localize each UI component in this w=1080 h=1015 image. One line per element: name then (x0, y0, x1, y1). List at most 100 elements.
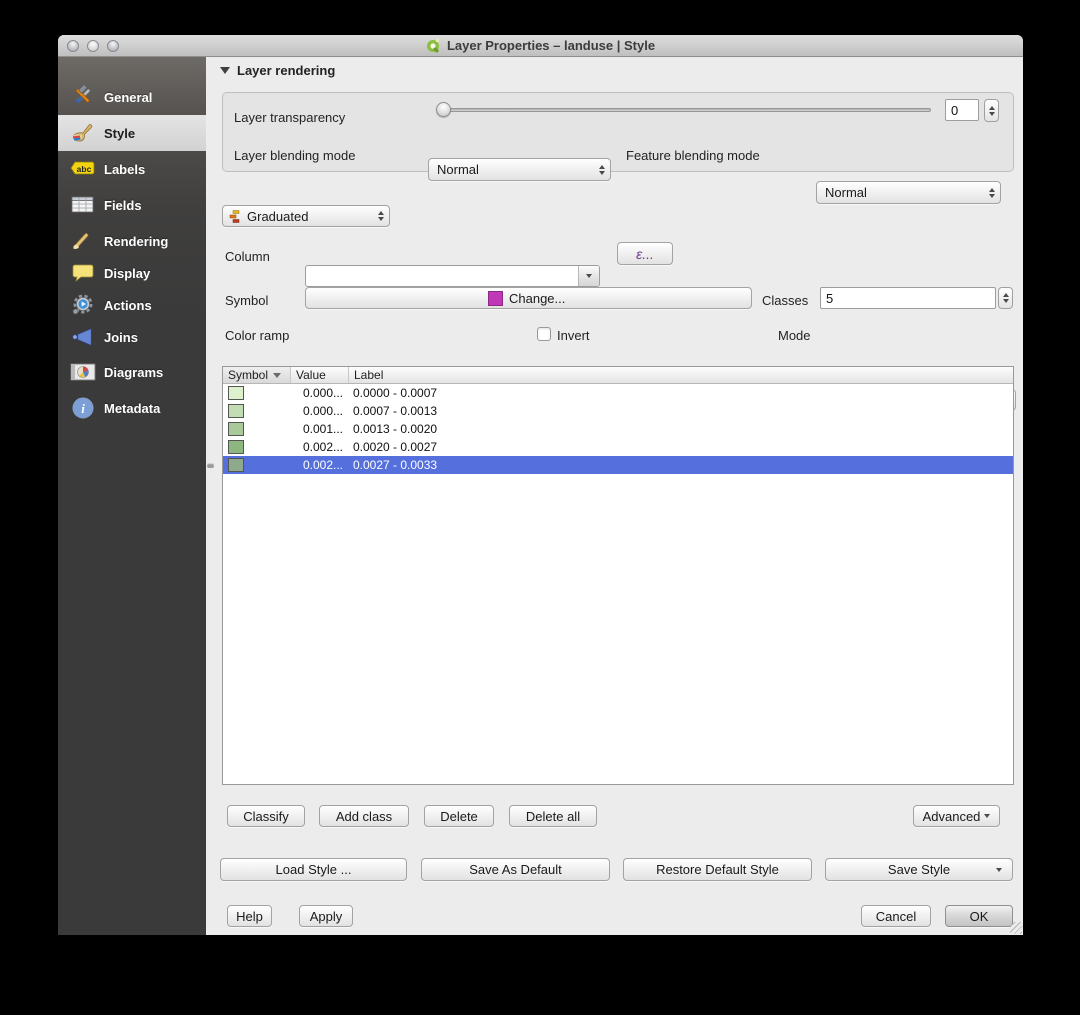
sidebar-item-style[interactable]: Style (58, 115, 206, 151)
combo-dropdown-button[interactable] (578, 266, 599, 286)
classify-button[interactable]: Classify (227, 805, 305, 827)
invert-label: Invert (557, 328, 590, 343)
sidebar-item-metadata[interactable]: i Metadata (58, 390, 206, 426)
stepper-down-icon (988, 111, 995, 116)
class-label: 0.0020 - 0.0027 (353, 440, 438, 454)
graduated-icon (228, 209, 242, 223)
splitter-handle[interactable] (207, 463, 214, 468)
feature-blend-dropdown[interactable]: Normal (816, 181, 1001, 204)
symbol-change-button[interactable]: Change... (305, 287, 752, 309)
apply-button[interactable]: Apply (299, 905, 353, 927)
sidebar-item-general[interactable]: General (58, 79, 206, 115)
sidebar-item-label: Joins (104, 329, 138, 345)
sidebar-item-label: Rendering (104, 233, 169, 249)
layer-rendering-header[interactable]: Layer rendering (220, 63, 335, 78)
layer-blend-label: Layer blending mode (234, 148, 356, 163)
sidebar-item-labels[interactable]: abc Labels (58, 151, 206, 187)
add-class-button[interactable]: Add class (319, 805, 409, 827)
stepper-down-icon (1002, 299, 1009, 303)
column-header-symbol[interactable]: Symbol (223, 367, 291, 383)
class-value: 0.002... (302, 458, 343, 472)
column-header-label[interactable]: Label (349, 367, 1013, 383)
speech-bubble-icon (70, 260, 96, 286)
sidebar-item-fields[interactable]: Fields (58, 187, 206, 223)
sidebar-item-rendering[interactable]: Rendering (58, 223, 206, 259)
slider-track[interactable] (438, 108, 931, 112)
close-window-button[interactable] (67, 40, 79, 52)
classes-value: 5 (826, 290, 834, 306)
transparency-slider[interactable] (436, 102, 931, 117)
cancel-button[interactable]: Cancel (861, 905, 931, 927)
help-button[interactable]: Help (227, 905, 272, 927)
sidebar-item-label: Fields (104, 197, 142, 213)
classes-stepper[interactable] (998, 287, 1013, 309)
save-style-button[interactable]: Save Style (825, 858, 1013, 881)
class-label: 0.0027 - 0.0033 (353, 458, 438, 472)
color-ramp-label: Color ramp (225, 328, 290, 343)
table-icon (70, 192, 96, 218)
sidebar-item-label: Diagrams (104, 364, 164, 380)
minimize-window-button[interactable] (87, 40, 99, 52)
layer-blend-dropdown[interactable]: Normal (428, 158, 611, 181)
column-header-value[interactable]: Value (291, 367, 349, 383)
delete-all-button[interactable]: Delete all (509, 805, 597, 827)
info-icon: i (70, 395, 96, 421)
class-label: 0.0007 - 0.0013 (353, 404, 438, 418)
slider-knob[interactable] (436, 102, 451, 117)
class-color-swatch[interactable] (228, 386, 244, 400)
qgis-icon (426, 38, 442, 54)
sidebar-item-joins[interactable]: Joins (58, 319, 206, 355)
expression-button[interactable]: ε... (617, 242, 673, 265)
ok-button[interactable]: OK (945, 905, 1013, 927)
symbol-change-label: Change... (509, 290, 566, 306)
diagram-icon (70, 359, 96, 385)
brush-icon (70, 228, 96, 254)
sidebar-item-diagrams[interactable]: Diagrams (58, 354, 206, 390)
renderer-dropdown[interactable]: Graduated (222, 205, 390, 227)
class-row[interactable]: 0.000... 0.0000 - 0.0007 (223, 384, 1013, 402)
class-color-swatch[interactable] (228, 422, 244, 436)
popup-arrows-icon (599, 164, 605, 175)
sidebar-item-actions[interactable]: Actions (58, 287, 206, 323)
invert-checkbox[interactable] (537, 327, 551, 341)
advanced-button[interactable]: Advanced (913, 805, 1000, 827)
transparency-value-field[interactable]: 0 (945, 99, 979, 121)
gear-play-icon (70, 292, 96, 318)
restore-default-style-button[interactable]: Restore Default Style (623, 858, 812, 881)
class-color-swatch[interactable] (228, 440, 244, 454)
class-row[interactable]: 0.002... 0.0020 - 0.0027 (223, 438, 1013, 456)
classes-table: Symbol Value Label 0.000... 0.0000 - 0.0… (222, 366, 1014, 785)
sidebar-item-label: Actions (104, 297, 152, 313)
class-row[interactable]: 0.001... 0.0013 - 0.0020 (223, 420, 1013, 438)
sidebar-item-display[interactable]: Display (58, 255, 206, 291)
classes-field[interactable]: 5 (820, 287, 996, 309)
zoom-window-button[interactable] (107, 40, 119, 52)
title-bar: Layer Properties – landuse | Style (58, 35, 1023, 57)
delete-button[interactable]: Delete (424, 805, 494, 827)
column-combobox[interactable] (305, 265, 600, 287)
sidebar-item-label: General (104, 89, 153, 105)
class-row-selected[interactable]: 0.002... 0.0027 - 0.0033 (223, 456, 1013, 474)
save-as-default-button[interactable]: Save As Default (421, 858, 610, 881)
popup-arrows-icon (378, 211, 384, 221)
transparency-label: Layer transparency (234, 110, 346, 125)
class-color-swatch[interactable] (228, 404, 244, 418)
properties-sidebar: General Style abc Labels Fields Renderin… (58, 57, 206, 935)
class-row[interactable]: 0.000... 0.0007 - 0.0013 (223, 402, 1013, 420)
sidebar-item-label: Metadata (104, 400, 161, 416)
mode-label: Mode (778, 328, 811, 343)
resize-grip[interactable] (1010, 922, 1022, 934)
window-title: Layer Properties – landuse | Style (446, 38, 656, 53)
paintbrush-icon (70, 120, 96, 146)
disclosure-triangle-icon (220, 67, 230, 74)
transparency-stepper[interactable] (984, 99, 999, 122)
class-color-swatch[interactable] (228, 458, 244, 472)
join-arrow-icon (70, 324, 96, 350)
menu-arrow-icon (984, 814, 991, 818)
abc-tag-icon: abc (70, 156, 96, 182)
symbol-color-swatch (488, 290, 503, 306)
load-style-button[interactable]: Load Style ... (220, 858, 407, 881)
layer-rendering-title: Layer rendering (237, 63, 336, 78)
layer-properties-window: Layer Properties – landuse | Style Gener… (58, 35, 1023, 935)
menu-arrow-icon (996, 868, 1002, 872)
